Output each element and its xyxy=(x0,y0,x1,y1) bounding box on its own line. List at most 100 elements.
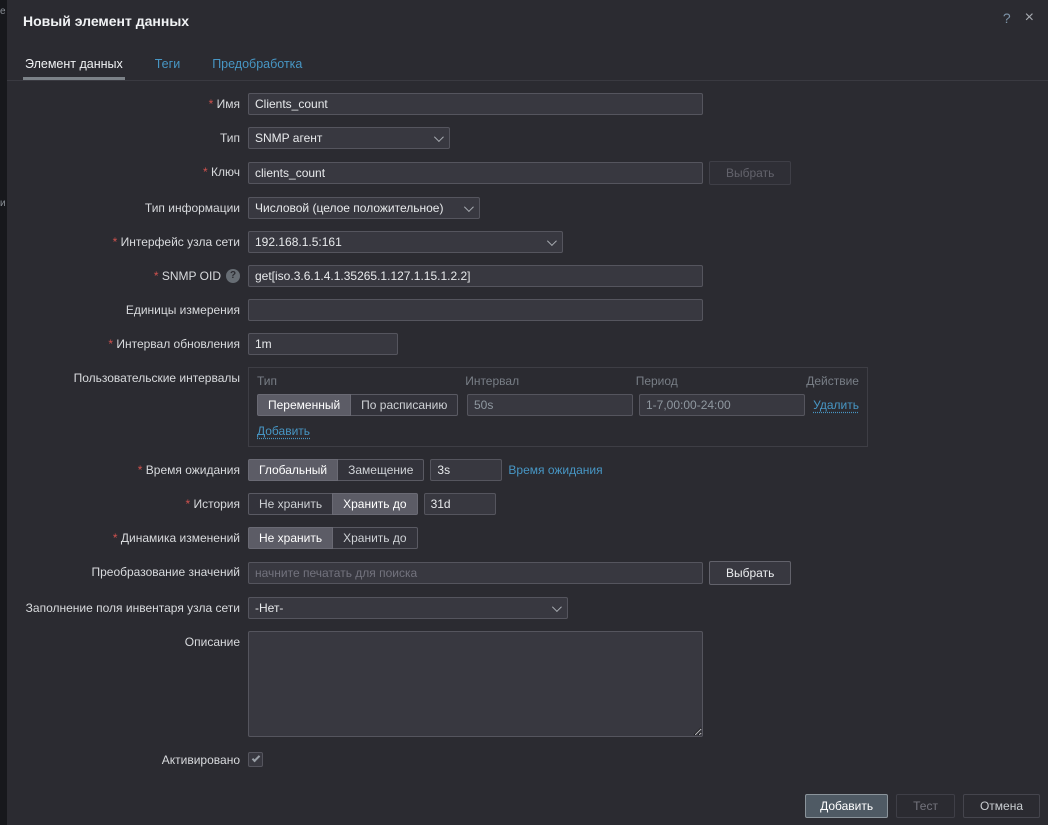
interval-value-input[interactable] xyxy=(467,394,633,416)
inventory-select[interactable]: -Нет- xyxy=(248,597,568,619)
screen: е и Новый элемент данных ? × Элемент дан… xyxy=(0,0,1048,825)
units-input[interactable] xyxy=(248,299,703,321)
update-interval-input[interactable] xyxy=(248,333,398,355)
chevron-down-icon xyxy=(547,236,557,246)
snmp-oid-label: SNMP OID xyxy=(154,265,221,287)
form-row-timeout: Время ожидания Глобальный Замещение Врем… xyxy=(7,459,1048,481)
key-input[interactable] xyxy=(248,162,703,184)
interval-type-segmented: Переменный По расписанию xyxy=(257,394,458,416)
valuemap-select-button[interactable]: Выбрать xyxy=(709,561,791,585)
trends-segmented: Не хранить Хранить до xyxy=(248,527,418,549)
name-input[interactable] xyxy=(248,93,703,115)
inventory-select-value: -Нет- xyxy=(255,601,283,615)
custom-intervals-header: Тип Интервал Период Действие xyxy=(257,374,859,394)
description-label: Описание xyxy=(185,631,240,653)
interface-select-value: 192.168.1.5:161 xyxy=(255,235,342,249)
key-label: Ключ xyxy=(203,161,240,183)
update-interval-label: Интервал обновления xyxy=(108,333,240,355)
chevron-down-icon xyxy=(552,602,562,612)
history-do-not-store[interactable]: Не хранить xyxy=(248,493,333,515)
background-page-sliver: е и xyxy=(0,0,7,825)
custom-intervals-label: Пользовательские интервалы xyxy=(74,367,240,389)
snmp-oid-input[interactable] xyxy=(248,265,703,287)
form-row-valuemap: Преобразование значений Выбрать xyxy=(7,561,1048,585)
checkmark-icon xyxy=(252,754,260,762)
dialog-footer: Добавить Тест Отмена xyxy=(805,794,1040,818)
history-input[interactable] xyxy=(424,493,496,515)
timeout-label: Время ожидания xyxy=(138,459,240,481)
units-label: Единицы измерения xyxy=(126,299,240,321)
valuemap-input[interactable] xyxy=(248,562,703,584)
chevron-down-icon xyxy=(464,202,474,212)
interface-select[interactable]: 192.168.1.5:161 xyxy=(248,231,563,253)
question-circle-icon[interactable]: ? xyxy=(226,269,240,283)
valuemap-label: Преобразование значений xyxy=(91,561,240,583)
inventory-label: Заполнение поля инвентаря узла сети xyxy=(26,597,240,619)
interval-type-flexible[interactable]: Переменный xyxy=(257,394,351,416)
timeout-override[interactable]: Замещение xyxy=(337,459,424,481)
timeout-segmented: Глобальный Замещение xyxy=(248,459,424,481)
form-row-type: Тип SNMP агент xyxy=(7,127,1048,149)
interface-label: Интерфейс узла сети xyxy=(113,231,240,253)
history-store-up-to[interactable]: Хранить до xyxy=(332,493,417,515)
test-button: Тест xyxy=(896,794,955,818)
new-item-dialog: Новый элемент данных ? × Элемент данных … xyxy=(7,0,1048,825)
name-label: Имя xyxy=(209,93,240,115)
column-interval: Интервал xyxy=(465,374,636,388)
period-value-input[interactable] xyxy=(639,394,805,416)
form-row-interface: Интерфейс узла сети 192.168.1.5:161 xyxy=(7,231,1048,253)
form-row-trends: Динамика изменений Не хранить Хранить до xyxy=(7,527,1048,549)
form-row-custom-intervals: Пользовательские интервалы Тип Интервал … xyxy=(7,367,1048,447)
custom-intervals-table: Тип Интервал Период Действие Переменный … xyxy=(248,367,868,447)
add-interval-link[interactable]: Добавить xyxy=(257,424,310,438)
column-period: Период xyxy=(636,374,807,388)
form-row-name: Имя xyxy=(7,93,1048,115)
interval-type-scheduling[interactable]: По расписанию xyxy=(350,394,458,416)
trends-label: Динамика изменений xyxy=(113,527,240,549)
chevron-down-icon xyxy=(434,132,444,142)
trends-do-not-store[interactable]: Не хранить xyxy=(248,527,333,549)
help-icon[interactable]: ? xyxy=(1003,10,1011,26)
cancel-button[interactable]: Отмена xyxy=(963,794,1040,818)
history-label: История xyxy=(185,493,240,515)
tab-preprocessing[interactable]: Предобработка xyxy=(210,51,304,80)
dialog-title: Новый элемент данных xyxy=(23,13,189,29)
column-type: Тип xyxy=(257,374,465,388)
form-row-update-interval: Интервал обновления xyxy=(7,333,1048,355)
timeout-input[interactable] xyxy=(430,459,502,481)
info-type-select[interactable]: Числовой (целое положительное) xyxy=(248,197,480,219)
trends-store-up-to[interactable]: Хранить до xyxy=(332,527,417,549)
column-action: Действие xyxy=(806,374,859,388)
history-segmented: Не хранить Хранить до xyxy=(248,493,418,515)
timeout-settings-link[interactable]: Время ожидания xyxy=(508,463,602,477)
form-row-description: Описание xyxy=(7,631,1048,737)
tab-item[interactable]: Элемент данных xyxy=(23,51,125,80)
key-select-button: Выбрать xyxy=(709,161,791,185)
tab-tags[interactable]: Теги xyxy=(153,51,182,80)
info-type-select-value: Числовой (целое положительное) xyxy=(255,201,443,215)
enabled-label: Активировано xyxy=(162,749,240,771)
form-row-key: Ключ Выбрать xyxy=(7,161,1048,185)
description-textarea[interactable] xyxy=(248,631,703,737)
background-text-fragment: е xyxy=(0,6,6,17)
enabled-checkbox[interactable] xyxy=(248,752,263,767)
add-button[interactable]: Добавить xyxy=(805,794,888,818)
custom-interval-row: Переменный По расписанию xyxy=(257,394,859,424)
form-row-info-type: Тип информации Числовой (целое положител… xyxy=(7,197,1048,219)
type-select-value: SNMP агент xyxy=(255,131,322,145)
form-row-history: История Не хранить Хранить до xyxy=(7,493,1048,515)
type-label: Тип xyxy=(220,127,240,149)
type-select[interactable]: SNMP агент xyxy=(248,127,450,149)
form-row-inventory: Заполнение поля инвентаря узла сети -Нет… xyxy=(7,597,1048,619)
dialog-tabs: Элемент данных Теги Предобработка xyxy=(7,29,1048,81)
form-row-snmp-oid: SNMP OID ? xyxy=(7,265,1048,287)
dialog-header: Новый элемент данных ? × xyxy=(7,0,1048,29)
form-row-enabled: Активировано xyxy=(7,749,1048,771)
form-row-units: Единицы измерения xyxy=(7,299,1048,321)
background-text-fragment: и xyxy=(0,198,6,209)
remove-interval-link[interactable]: Удалить xyxy=(813,398,859,412)
info-type-label: Тип информации xyxy=(145,197,240,219)
item-form: Имя Тип SNMP агент Ключ Выбрат xyxy=(7,81,1048,771)
timeout-global[interactable]: Глобальный xyxy=(248,459,338,481)
close-icon[interactable]: × xyxy=(1025,11,1034,25)
